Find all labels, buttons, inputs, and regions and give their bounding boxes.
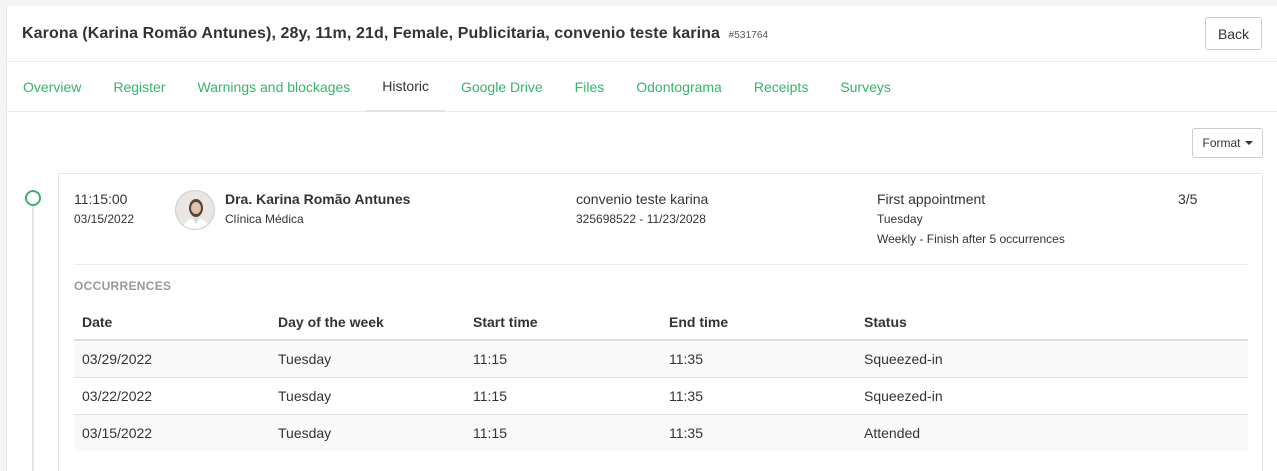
cell-status: Squeezed-in (856, 376, 1248, 414)
doctor-photo-icon (176, 191, 214, 229)
doctor-specialty: Clínica Médica (225, 212, 304, 226)
patient-card: Karona (Karina Romão Antunes), 28y, 11m,… (6, 6, 1277, 471)
cell-start-time: 11:15 (465, 339, 661, 377)
cell-start-time: 11:15 (465, 413, 661, 451)
tab-google-drive[interactable]: Google Drive (445, 62, 559, 112)
tab-surveys[interactable]: Surveys (824, 62, 907, 112)
table-header-row: Date Day of the week Start time End time… (74, 305, 1248, 341)
cell-status: Attended (856, 413, 1248, 451)
caret-down-icon (1244, 141, 1253, 145)
tab-historic[interactable]: Historic (366, 62, 445, 112)
appointment-type: First appointment (877, 191, 986, 207)
appointment-time: 11:15:00 (74, 191, 128, 207)
patient-name: Karona (Karina Romão Antunes), 28y, 11m,… (22, 24, 721, 42)
cell-date: 03/29/2022 (74, 339, 270, 377)
patient-header: Karona (Karina Romão Antunes), 28y, 11m,… (7, 6, 1277, 62)
doctor-avatar (175, 190, 215, 230)
patient-tabs: Overview Register Warnings and blockages… (7, 62, 1277, 112)
entry-divider (74, 264, 1248, 265)
occurrences-heading: OCCURRENCES (74, 279, 172, 293)
column-header-day-of-week: Day of the week (270, 305, 465, 341)
column-header-end-time: End time (661, 305, 856, 341)
cell-end-time: 11:35 (661, 339, 856, 377)
cell-day-of-week: Tuesday (270, 339, 465, 377)
tab-files[interactable]: Files (559, 62, 621, 112)
cell-end-time: 11:35 (661, 413, 856, 451)
cell-end-time: 11:35 (661, 376, 856, 414)
occurrence-progress: 3/5 (1178, 191, 1198, 207)
column-header-status: Status (856, 305, 1248, 341)
patient-id: #531764 (728, 29, 769, 41)
doctor-name: Dra. Karina Romão Antunes (225, 191, 411, 207)
insurance-name: convenio teste karina (576, 191, 709, 207)
table-row: 03/29/2022 Tuesday 11:15 11:35 Squeezed-… (74, 339, 1248, 377)
occurrences-table: Date Day of the week Start time End time… (74, 305, 1248, 451)
cell-day-of-week: Tuesday (270, 376, 465, 414)
appointment-date: 03/15/2022 (74, 212, 135, 226)
tab-overview[interactable]: Overview (7, 62, 97, 112)
cell-day-of-week: Tuesday (270, 413, 465, 451)
table-row: 03/15/2022 Tuesday 11:15 11:35 Attended (74, 413, 1248, 451)
tab-register[interactable]: Register (97, 62, 181, 112)
timeline-line (32, 206, 34, 471)
patient-title: Karona (Karina Romão Antunes), 28y, 11m,… (22, 25, 768, 43)
tab-receipts[interactable]: Receipts (738, 62, 824, 112)
format-label: Format (1202, 136, 1241, 150)
column-header-date: Date (74, 305, 270, 341)
cell-date: 03/22/2022 (74, 376, 270, 414)
format-dropdown-button[interactable]: Format (1192, 128, 1263, 158)
tab-warnings-and-blockages[interactable]: Warnings and blockages (182, 62, 367, 112)
appointment-entry: 11:15:00 03/15/2022 Dra. Karina Romão An… (58, 173, 1263, 471)
cell-status: Squeezed-in (856, 339, 1248, 377)
table-row: 03/22/2022 Tuesday 11:15 11:35 Squeezed-… (74, 376, 1248, 414)
column-header-start-time: Start time (465, 305, 661, 341)
cell-start-time: 11:15 (465, 376, 661, 414)
tab-odontograma[interactable]: Odontograma (620, 62, 738, 112)
timeline-dot-icon (25, 190, 41, 206)
recurrence-rule: Weekly - Finish after 5 occurrences (877, 232, 1065, 246)
appointment-weekday: Tuesday (877, 212, 923, 226)
cell-date: 03/15/2022 (74, 413, 270, 451)
insurance-details: 325698522 - 11/23/2028 (576, 212, 706, 226)
back-button[interactable]: Back (1205, 17, 1262, 50)
